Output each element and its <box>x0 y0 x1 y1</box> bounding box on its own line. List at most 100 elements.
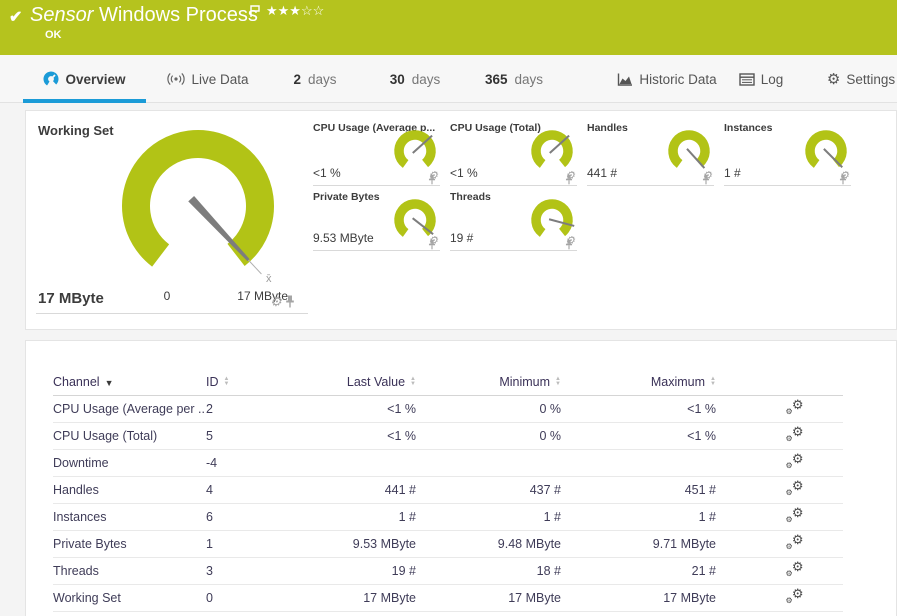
channel-id: 4 <box>206 476 306 504</box>
maximum-value: 451 # <box>591 476 746 504</box>
sensor-header: ✔ Sensor Windows Process ★★★☆☆ OK <box>0 0 897 55</box>
channel-settings-icon[interactable]: ⚙ ⚙ <box>786 398 804 416</box>
page-title: Sensor Windows Process <box>30 4 258 27</box>
minimum-value: 1 # <box>446 503 591 531</box>
pin-icon[interactable] <box>565 239 573 250</box>
gauge-value: 19 # <box>450 231 474 245</box>
priority-flag-icon[interactable] <box>249 4 261 24</box>
minimum-value: 17 MByte <box>446 584 591 612</box>
live-broadcast-icon <box>167 72 186 86</box>
last-value: 19 # <box>306 557 446 585</box>
small-gauge <box>668 130 710 172</box>
small-gauge <box>394 130 436 172</box>
channel-settings-icon[interactable]: ⚙ ⚙ <box>786 452 804 470</box>
gauge-value: <1 % <box>313 166 341 180</box>
tab-unit: days <box>514 71 544 87</box>
table-row: Instances 6 1 # 1 # 1 # ⚙ ⚙ <box>53 503 843 531</box>
channel-id: 3 <box>206 557 306 585</box>
sensor-name: Windows Process <box>98 4 258 26</box>
gauge-cell-cpu-total: CPU Usage (Total) <1 % ⚙ <box>450 122 577 186</box>
gear-icon: ⚙ <box>826 70 841 88</box>
tab-historic-data[interactable]: Historic Data <box>612 55 722 103</box>
tab-unit: days <box>307 71 337 87</box>
channel-name[interactable]: Private Bytes <box>53 530 206 558</box>
main-gauge <box>122 130 274 282</box>
tab-2-days[interactable]: 2 days <box>288 55 342 103</box>
tab-live-data[interactable]: Live Data <box>158 55 258 103</box>
maximum-value: 21 # <box>591 557 746 585</box>
table-row: Threads 3 19 # 18 # 21 # ⚙ ⚙ <box>53 557 843 585</box>
channel-settings-icon[interactable]: ⚙ ⚙ <box>786 425 804 443</box>
tab-label: Log <box>760 71 784 87</box>
pin-icon[interactable] <box>428 239 436 250</box>
tab-unit: days <box>411 71 441 87</box>
column-header-maximum[interactable]: Maximum ▲ ▼ <box>591 369 746 396</box>
channel-settings-icon[interactable]: ⚙ ⚙ <box>786 587 804 605</box>
channel-table-panel: Channel ▼ ID ▲ ▼ Last Value ▲ ▼ Minimum ▲ ▼ Max… <box>25 340 897 616</box>
pin-icon[interactable] <box>839 174 847 185</box>
channel-gear-icon[interactable]: ⚙ <box>270 295 282 308</box>
channel-settings-icon[interactable]: ⚙ ⚙ <box>786 479 804 497</box>
tab-log[interactable]: Log <box>729 55 793 103</box>
main-gauge-value: 17 MByte <box>38 290 104 307</box>
last-value: <1 % <box>306 395 446 423</box>
gauge-icon <box>43 71 59 87</box>
tab-365-days[interactable]: 365 days <box>478 55 550 103</box>
gauge-cell-cpu-average: CPU Usage (Average p... <1 % ⚙ <box>313 122 440 186</box>
gauge-value: 441 # <box>587 166 618 180</box>
sort-icon: ▲ ▼ <box>710 376 716 388</box>
sort-desc-icon: ▼ <box>104 377 114 388</box>
table-row: CPU Usage (Average per ... 2 <1 % 0 % <1… <box>53 395 843 423</box>
small-gauge <box>531 130 573 172</box>
channel-settings-icon[interactable]: ⚙ ⚙ <box>786 533 804 551</box>
tab-number: 2 <box>293 71 301 87</box>
channel-name[interactable]: Handles <box>53 476 206 504</box>
tab-30-days[interactable]: 30 days <box>384 55 446 103</box>
channel-table: Channel ▼ ID ▲ ▼ Last Value ▲ ▼ Minimum ▲ ▼ Max… <box>53 369 843 612</box>
tab-number: 365 <box>484 71 508 87</box>
column-header-last-value[interactable]: Last Value ▲ ▼ <box>306 369 446 396</box>
pin-icon[interactable] <box>702 174 710 185</box>
minimum-value: 0 % <box>446 422 591 450</box>
maximum-value: 9.71 MByte <box>591 530 746 558</box>
maximum-value: 1 # <box>591 503 746 531</box>
gauge-cell-private-bytes: Private Bytes 9.53 MByte ⚙ <box>313 191 440 251</box>
channel-settings-icon[interactable]: ⚙ ⚙ <box>786 560 804 578</box>
tab-number: 30 <box>389 71 405 87</box>
minimum-value <box>446 449 591 477</box>
pin-icon[interactable] <box>565 174 573 185</box>
priority-stars[interactable]: ★★★☆☆ <box>266 3 324 19</box>
pin-icon[interactable] <box>428 174 436 185</box>
channel-name[interactable]: Threads <box>53 557 206 585</box>
status-badge: OK <box>45 29 62 41</box>
channel-settings-icon[interactable]: ⚙ ⚙ <box>786 506 804 524</box>
table-row: Downtime -4 ⚙ ⚙ <box>53 449 843 477</box>
channel-id: 6 <box>206 503 306 531</box>
gauge-value: 1 # <box>724 166 741 180</box>
channel-name[interactable]: Downtime <box>53 449 206 477</box>
sort-icon: ▲ ▼ <box>555 376 561 388</box>
gauge-value: <1 % <box>450 166 478 180</box>
pin-icon[interactable] <box>285 295 295 308</box>
minimum-value: 9.48 MByte <box>446 530 591 558</box>
last-value <box>306 449 446 477</box>
sort-icon: ▲ ▼ <box>223 376 230 388</box>
channel-name[interactable]: Working Set <box>53 584 206 612</box>
channel-id: 1 <box>206 530 306 558</box>
channel-name[interactable]: CPU Usage (Total) <box>53 422 206 450</box>
column-header-id[interactable]: ID ▲ ▼ <box>206 369 306 396</box>
table-row: Private Bytes 1 9.53 MByte 9.48 MByte 9.… <box>53 530 843 558</box>
tab-settings[interactable]: ⚙ Settings <box>822 55 897 103</box>
channel-name[interactable]: CPU Usage (Average per ... <box>53 395 206 423</box>
last-value: <1 % <box>306 422 446 450</box>
tab-overview[interactable]: Overview <box>23 55 146 103</box>
maximum-value <box>591 449 746 477</box>
column-header-channel[interactable]: Channel ▼ <box>53 369 206 396</box>
table-row: Working Set 0 17 MByte 17 MByte 17 MByte… <box>53 584 843 612</box>
last-value: 9.53 MByte <box>306 530 446 558</box>
column-header-minimum[interactable]: Minimum ▲ ▼ <box>446 369 591 396</box>
channel-name[interactable]: Instances <box>53 503 206 531</box>
minimum-value: 18 # <box>446 557 591 585</box>
minimum-value: 0 % <box>446 395 591 423</box>
gauges-panel: Working Set x̄ 0 17 MByte 17 MByte ⚙ CPU… <box>25 110 897 330</box>
